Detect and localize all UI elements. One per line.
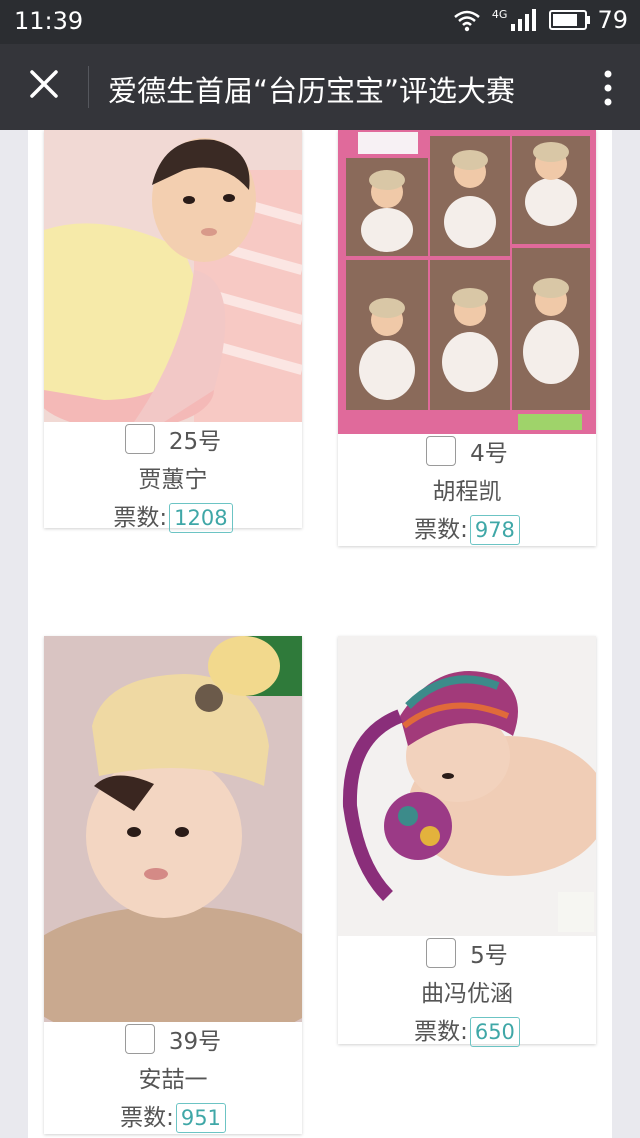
vote-count: 978 (469, 515, 520, 545)
close-icon[interactable] (24, 64, 64, 104)
vote-checkbox[interactable] (124, 424, 155, 454)
nav-bar: 爱德生首届“台历宝宝”评选大赛 (0, 44, 640, 130)
status-bar: 11:39 4G 79 (0, 0, 640, 44)
entry-card[interactable]: 5号 曲冯优涵 票数: 650 (338, 636, 596, 1047)
baby-photo[interactable] (338, 130, 596, 434)
entry-number: 5号 (470, 943, 508, 969)
entry-name: 曲冯优涵 (421, 981, 513, 1007)
votes-label: 票数: (414, 1019, 468, 1045)
baby-photo[interactable] (338, 636, 596, 936)
entries-grid: 25号 贾蕙宁 票数: 1208 4号 胡程凯 票数: 978 39号 安喆一 … (28, 130, 612, 1138)
vote-row: 票数: 650 (338, 1012, 596, 1047)
votes-label: 票数: (113, 505, 168, 531)
entry-name: 安喆一 (138, 1067, 208, 1093)
vote-checkbox[interactable] (124, 1024, 155, 1054)
vote-row: 票数: 1208 (44, 498, 302, 533)
votes-label: 票数: (120, 1105, 174, 1131)
entry-number: 25号 (168, 429, 222, 455)
vote-checkbox[interactable] (426, 436, 457, 466)
vote-count: 1208 (169, 503, 233, 533)
entry-info: 25号 贾蕙宁 票数: 1208 (44, 422, 302, 533)
entry-info: 5号 曲冯优涵 票数: 650 (338, 936, 596, 1047)
votes-label: 票数: (414, 517, 468, 543)
signal-icon (511, 9, 537, 31)
baby-photo[interactable] (44, 636, 302, 1022)
vote-count: 650 (469, 1017, 520, 1047)
entry-number: 39号 (168, 1029, 222, 1055)
baby-photo[interactable] (44, 130, 302, 422)
entry-name: 胡程凯 (432, 479, 502, 505)
entry-card[interactable]: 25号 贾蕙宁 票数: 1208 (44, 130, 302, 533)
status-icons: 4G 79 (452, 6, 628, 34)
entry-name: 贾蕙宁 (138, 467, 208, 493)
vote-row: 票数: 951 (44, 1098, 302, 1133)
battery-level: 79 (597, 6, 628, 34)
vote-row: 票数: 978 (338, 510, 596, 545)
vote-count: 951 (175, 1103, 226, 1133)
page-title: 爱德生首届“台历宝宝”评选大赛 (108, 74, 516, 108)
battery-icon (549, 10, 591, 30)
more-options-icon[interactable] (602, 68, 614, 108)
network-type: 4G (491, 7, 508, 21)
vote-checkbox[interactable] (426, 938, 457, 968)
entry-info: 4号 胡程凯 票数: 978 (338, 434, 596, 545)
status-time: 11:39 (14, 7, 84, 35)
entry-number: 4号 (470, 441, 508, 467)
entry-card[interactable]: 39号 安喆一 票数: 951 (44, 636, 302, 1134)
wifi-icon (454, 10, 480, 32)
nav-divider (88, 66, 89, 108)
entry-info: 39号 安喆一 票数: 951 (44, 1022, 302, 1133)
entry-card[interactable]: 4号 胡程凯 票数: 978 (338, 130, 596, 546)
